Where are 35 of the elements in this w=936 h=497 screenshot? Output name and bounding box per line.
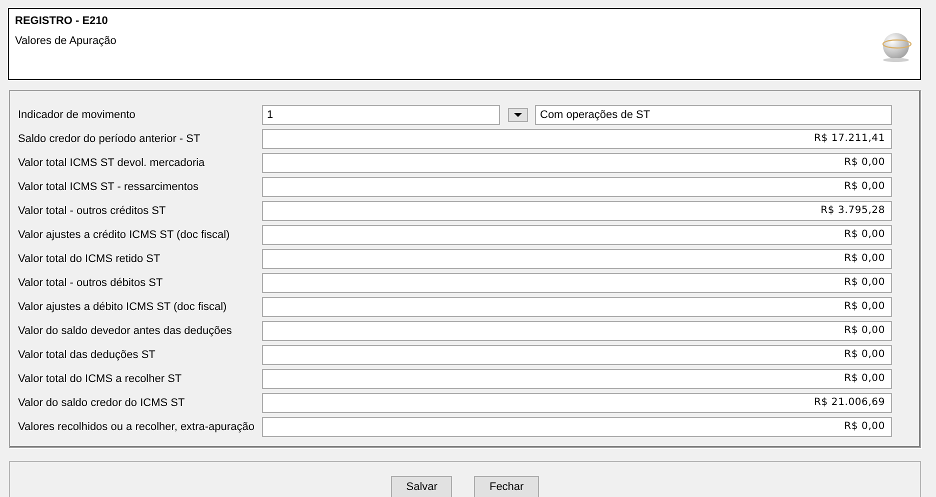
- input-field[interactable]: R$ 0,00: [262, 369, 892, 389]
- input-field[interactable]: R$ 0,00: [262, 345, 892, 365]
- input-field[interactable]: R$ 0,00: [262, 249, 892, 269]
- field-label: Valor total ICMS ST devol. mercadoria: [18, 156, 206, 171]
- input-field[interactable]: R$ 0,00: [262, 177, 892, 197]
- field-label: Valor do saldo credor do ICMS ST: [18, 396, 186, 411]
- input-field[interactable]: R$ 0,00: [262, 225, 892, 245]
- dropdown-button[interactable]: [508, 108, 528, 122]
- field-label: Valor total do ICMS a recolher ST: [18, 372, 183, 387]
- field-label: Valores recolhidos ou a recolher, extra-apuração: [18, 420, 256, 435]
- field-label: Valor ajustes a crédito ICMS ST (doc fiscal): [18, 228, 231, 243]
- field-label: Valor total - outros débitos ST: [18, 276, 164, 291]
- input-field[interactable]: Com operações de ST: [535, 105, 892, 125]
- field-label: Valor total ICMS ST - ressarcimentos: [18, 180, 200, 195]
- record-title: REGISTRO - E210: [15, 14, 109, 29]
- field-label: Saldo credor do período anterior - ST: [18, 132, 202, 147]
- input-field[interactable]: R$ 0,00: [262, 297, 892, 317]
- field-label: Valor ajustes a débito ICMS ST (doc fiscal): [18, 300, 228, 315]
- input-field[interactable]: R$ 0,00: [262, 417, 892, 437]
- caret-icon: [514, 113, 522, 117]
- input-field[interactable]: R$ 3.795,28: [262, 201, 892, 221]
- field-label: Valor total - outros créditos ST: [18, 204, 167, 219]
- record-subtitle: Valores de Apuração: [15, 34, 116, 48]
- input-field[interactable]: R$ 0,00: [262, 153, 892, 173]
- field-label: Indicador de movimento: [18, 108, 136, 123]
- input-field[interactable]: R$ 0,00: [262, 321, 892, 341]
- field-label: Valor total das deduções ST: [18, 348, 156, 363]
- input-field[interactable]: 1: [262, 105, 500, 125]
- input-field[interactable]: R$ 21.006,69: [262, 393, 892, 413]
- input-field[interactable]: R$ 17.211,41: [262, 129, 892, 149]
- action-button[interactable]: Fechar: [474, 476, 539, 497]
- action-button[interactable]: Salvar: [391, 476, 452, 497]
- input-field[interactable]: R$ 0,00: [262, 273, 892, 293]
- field-label: Valor do saldo devedor antes das deduções: [18, 324, 233, 339]
- field-label: Valor total do ICMS retido ST: [18, 252, 162, 267]
